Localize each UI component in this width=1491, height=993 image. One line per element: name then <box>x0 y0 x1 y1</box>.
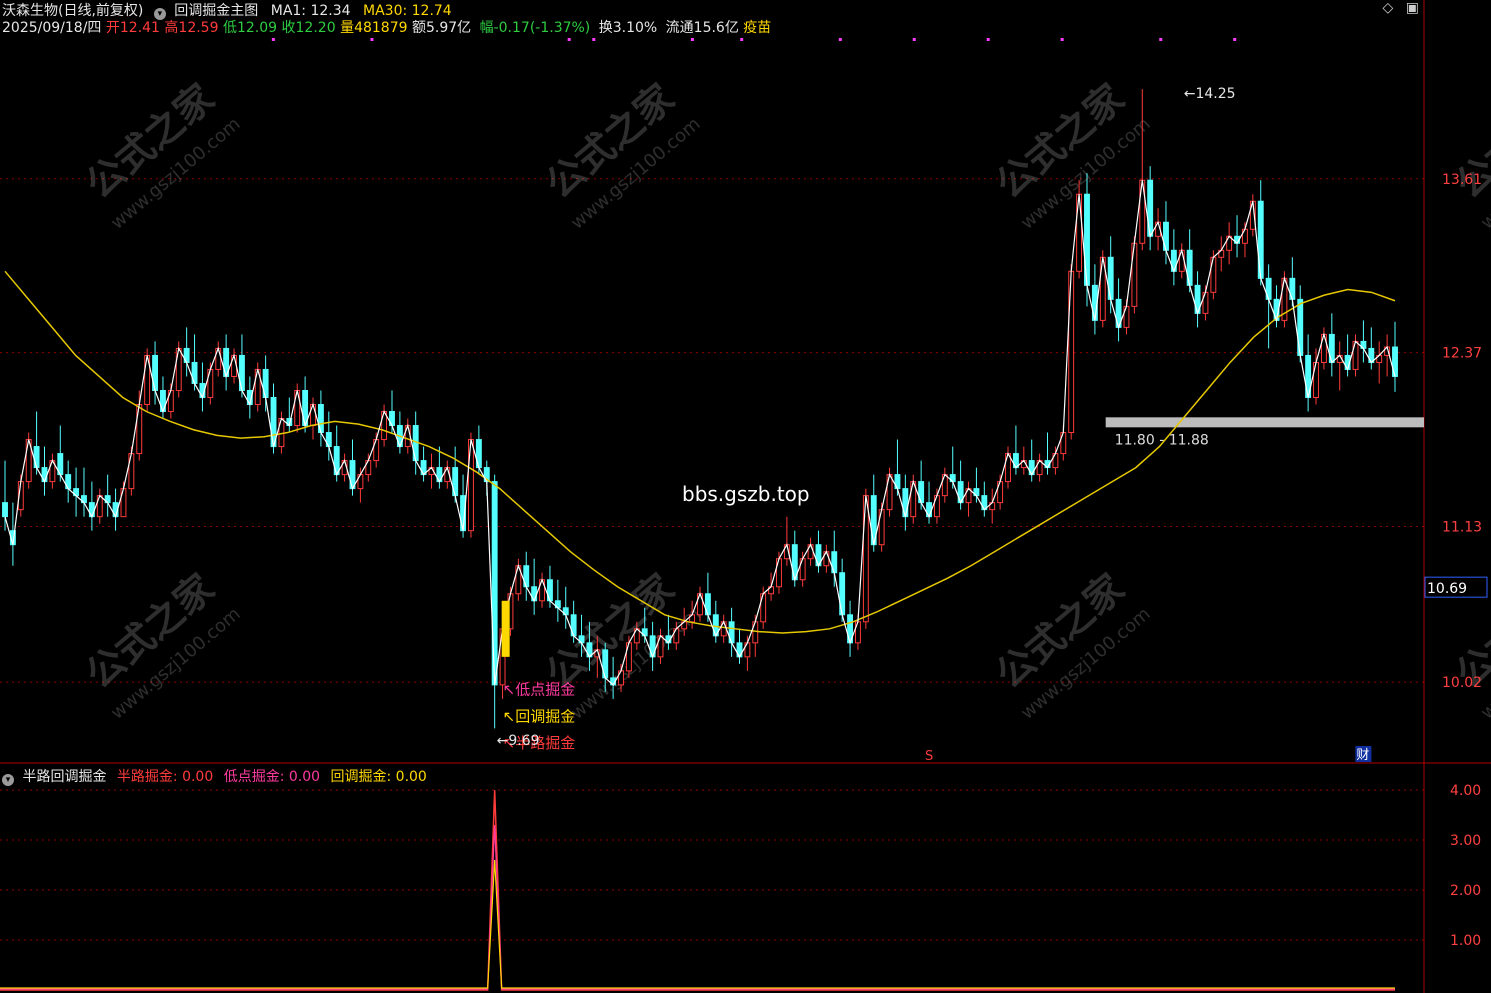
volume-label: 量 <box>340 20 355 36</box>
indicator-panel: 4.00 3.00 2.00 1.00 <box>0 783 1481 991</box>
float-cap: 流通15.6亿 <box>665 20 739 36</box>
diamond-icon[interactable]: ◇ <box>1383 0 1394 16</box>
zone-label: 11.80 - 11.88 <box>1115 432 1209 448</box>
halfway-value: : 0.00 <box>172 769 214 785</box>
marker-s: S <box>925 749 933 764</box>
amount: 额5.97亿 <box>411 20 472 36</box>
watermark: 公式之家www.gszj100.com <box>538 75 705 233</box>
annotations: ↖低点掘金↖回调掘金↖半路掘金←9.69←14.25S 财 <box>271 38 1372 764</box>
close-label: 收 <box>281 20 296 36</box>
concept-tag[interactable]: 疫苗 <box>743 17 771 37</box>
change-label: 幅 <box>479 20 494 36</box>
sub-tick-label: 3.00 <box>1450 833 1481 849</box>
subpanel-title[interactable]: 半路回调掘金 <box>22 769 106 785</box>
high-value: 12.59 <box>178 20 219 36</box>
turnover: 换3.10% <box>598 20 658 36</box>
change-value: -0.17(-1.37%) <box>493 20 591 36</box>
top-icons: ◇ ▣ <box>1383 0 1419 16</box>
ma30-line <box>4 270 1396 634</box>
price-tick-label: 13.61 <box>1442 172 1482 188</box>
watermark: 公式之家www.gszj100.com <box>78 565 245 723</box>
min-price-label: ←9.69 <box>497 733 540 749</box>
price-tick-label: 10.02 <box>1442 675 1482 691</box>
candle-body <box>33 446 40 469</box>
header-bar: 沃森生物(日线,前复权) ▾ 回调掘金主图 MA1: 12.34 MA30: 1… <box>0 0 1420 40</box>
lowpoint-label: 低点掘金 <box>223 769 280 785</box>
sub-tick-label: 2.00 <box>1450 883 1481 899</box>
lowpoint-marker: ↖低点掘金 <box>503 681 576 699</box>
signal-bar <box>501 600 510 657</box>
subpanel-header: ▾ 半路回调掘金 半路掘金: 0.00 低点掘金: 0.00 回调掘金: 0.0… <box>0 766 427 786</box>
current-price-label: 10.69 <box>1427 581 1467 597</box>
open-label: 开 <box>105 20 120 36</box>
support-zone: 11.80 - 11.88 <box>1105 417 1424 448</box>
low-value: 12.09 <box>236 20 278 36</box>
price-tick-label: 11.13 <box>1442 519 1482 535</box>
lowpoint-value: : 0.00 <box>279 769 321 785</box>
lowpoint-series <box>0 824 1395 990</box>
window-icon[interactable]: ▣ <box>1406 0 1419 16</box>
price-axis: 13.61 12.37 11.13 10.02 10.69 <box>1424 172 1488 691</box>
marker-cai: 财 <box>1356 748 1369 763</box>
watermark: 公式之家www.gszj100.com <box>988 565 1155 723</box>
high-label: 高 <box>164 20 179 36</box>
zone-bar <box>1105 417 1424 428</box>
watermark: 公式之家www.gszj100.com <box>1448 75 1491 233</box>
watermark: 公式之家www.gszj100.com <box>988 75 1155 233</box>
watermark: 公式之家www.gszj100.com <box>78 75 245 233</box>
sub-tick-label: 1.00 <box>1450 933 1481 949</box>
date: 2025/09/18/四 <box>2 20 102 36</box>
volume-value: 481879 <box>354 20 408 36</box>
pullback-series <box>0 859 1395 989</box>
price-tick-label: 12.37 <box>1442 346 1482 362</box>
open-value: 12.41 <box>119 20 160 36</box>
subpanel-icon[interactable]: ▾ <box>2 774 14 786</box>
candle-body <box>2 502 8 518</box>
close-value: 12.20 <box>295 20 336 36</box>
max-price-label: ←14.25 <box>1184 86 1236 102</box>
low-label: 低 <box>222 20 237 36</box>
watermark-layer: 公式之家www.gszj100.com 公式之家www.gszj100.com 公式… <box>78 75 1491 723</box>
sub-tick-label: 4.00 <box>1450 783 1481 799</box>
halfway-label: 半路掘金 <box>116 769 173 785</box>
site-text: bbs.gszb.top <box>682 482 810 506</box>
pullback-label: 回调掘金 <box>330 769 387 785</box>
pullback-marker: ↖回调掘金 <box>503 707 576 725</box>
pullback-value: : 0.00 <box>386 769 427 785</box>
